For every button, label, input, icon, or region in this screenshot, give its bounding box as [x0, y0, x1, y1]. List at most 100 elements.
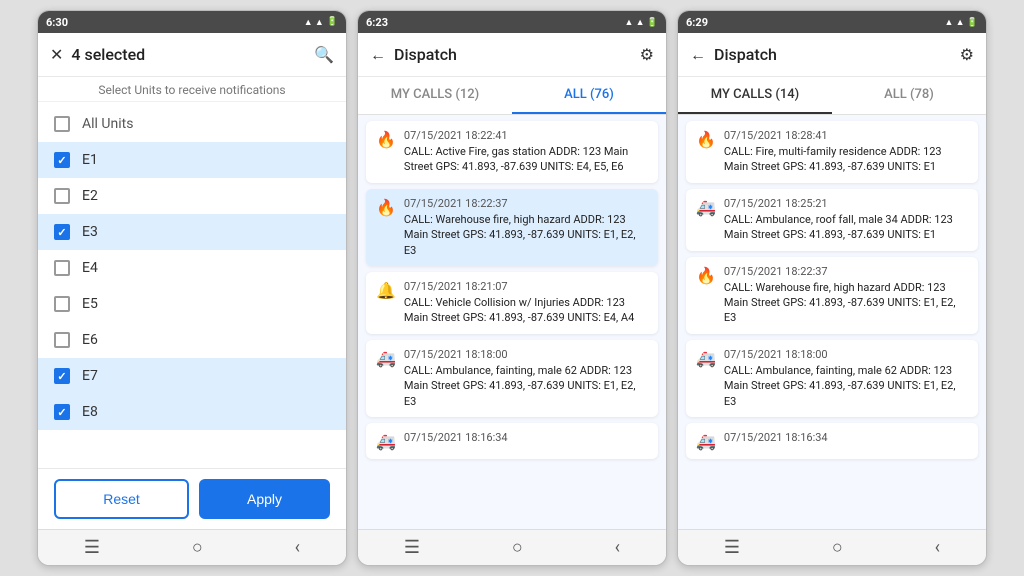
call-text-2-2: CALL: Warehouse fire, high hazard ADDR: …	[404, 212, 648, 258]
unit-label-e3: E3	[82, 224, 98, 240]
call-card-2-3[interactable]: 🔔 07/15/2021 18:21:07 CALL: Vehicle Coll…	[366, 272, 658, 334]
panel1-frame: 6:30 ▲ ▲ 🔋 ✕ 4 selected 🔍 Select Units t…	[37, 10, 347, 566]
call-card-3-2[interactable]: 🚑 07/15/2021 18:25:21 CALL: Ambulance, r…	[686, 189, 978, 251]
fire-icon-3-1: 🔥	[696, 130, 716, 149]
tab-bar-3: MY CALLS (14) ALL (78)	[678, 77, 986, 115]
checkbox-e2[interactable]	[54, 188, 70, 204]
back-icon-2[interactable]: ←	[370, 45, 386, 65]
bell-icon-2-3: 🔔	[376, 281, 396, 300]
unit-item-e2[interactable]: E2	[38, 178, 346, 214]
call-card-2-5[interactable]: 🚑 07/15/2021 18:16:34	[366, 423, 658, 459]
nav-back-icon-3[interactable]: ‹	[935, 537, 940, 558]
call-time-3-2: 07/15/2021 18:25:21	[724, 197, 968, 210]
call-card-2-1[interactable]: 🔥 07/15/2021 18:22:41 CALL: Active Fire,…	[366, 121, 658, 183]
call-time-2-4: 07/15/2021 18:18:00	[404, 348, 648, 361]
checkbox-e6[interactable]	[54, 332, 70, 348]
call-time-3-4: 07/15/2021 18:18:00	[724, 348, 968, 361]
checkbox-e8[interactable]	[54, 404, 70, 420]
tab-all-2[interactable]: ALL (76)	[512, 77, 666, 114]
panel1-title: 4 selected	[71, 45, 314, 64]
panel3-frame: 6:29 ▲ ▲ 🔋 ← Dispatch ⚙ MY CALLS (14) AL…	[677, 10, 987, 566]
unit-label-e1: E1	[82, 152, 98, 168]
call-card-3-1[interactable]: 🔥 07/15/2021 18:28:41 CALL: Fire, multi-…	[686, 121, 978, 183]
checkbox-e3[interactable]	[54, 224, 70, 240]
status-icons-1: ▲ ▲ 🔋	[304, 17, 338, 28]
unit-select-subtitle: Select Units to receive notifications	[38, 77, 346, 102]
search-icon[interactable]: 🔍	[314, 45, 334, 64]
nav-bar-1: ✕ 4 selected 🔍	[38, 33, 346, 77]
nav-bar-3: ← Dispatch ⚙	[678, 33, 986, 77]
call-time-3-3: 07/15/2021 18:22:37	[724, 265, 968, 278]
call-time-2-3: 07/15/2021 18:21:07	[404, 280, 648, 293]
unit-item-e4[interactable]: E4	[38, 250, 346, 286]
call-card-3-3[interactable]: 🔥 07/15/2021 18:22:37 CALL: Warehouse fi…	[686, 257, 978, 334]
call-card-2-2[interactable]: 🔥 07/15/2021 18:22:37 CALL: Warehouse fi…	[366, 189, 658, 266]
ambulance-icon-2-5: 🚑	[376, 432, 396, 451]
filter-icon-2[interactable]: ⚙	[640, 45, 654, 64]
unit-item-e7[interactable]: E7	[38, 358, 346, 394]
checkbox-all[interactable]	[54, 116, 70, 132]
ambulance-icon-3-2: 🚑	[696, 198, 716, 217]
tab-all-3[interactable]: ALL (78)	[832, 77, 986, 114]
nav-menu-icon-2[interactable]: ☰	[404, 537, 420, 558]
call-text-3-2: CALL: Ambulance, roof fall, male 34 ADDR…	[724, 212, 968, 243]
call-time-3-1: 07/15/2021 18:28:41	[724, 129, 968, 142]
call-card-3-5[interactable]: 🚑 07/15/2021 18:16:34	[686, 423, 978, 459]
unit-item-e6[interactable]: E6	[38, 322, 346, 358]
status-time-3: 6:29	[686, 16, 708, 29]
checkbox-e1[interactable]	[54, 152, 70, 168]
fire-icon-2-1: 🔥	[376, 130, 396, 149]
call-text-2-4: CALL: Ambulance, fainting, male 62 ADDR:…	[404, 363, 648, 409]
checkbox-e7[interactable]	[54, 368, 70, 384]
back-icon-3[interactable]: ←	[690, 45, 706, 65]
nav-home-icon-2[interactable]: ○	[512, 537, 523, 558]
nav-back-icon[interactable]: ‹	[295, 537, 300, 558]
unit-item-e5[interactable]: E5	[38, 286, 346, 322]
unit-item-e1[interactable]: E1	[38, 142, 346, 178]
unit-label-e4: E4	[82, 260, 98, 276]
close-icon[interactable]: ✕	[50, 45, 63, 64]
unit-label-e5: E5	[82, 296, 98, 312]
bottom-nav-3: ☰ ○ ‹	[678, 529, 986, 565]
bottom-nav-1: ☰ ○ ‹	[38, 529, 346, 565]
call-text-3-3: CALL: Warehouse fire, high hazard ADDR: …	[724, 280, 968, 326]
unit-list: All Units E1 E2 E3 E4 E5 E6	[38, 102, 346, 468]
tab-my-calls-2[interactable]: MY CALLS (12)	[358, 77, 512, 114]
unit-label-e2: E2	[82, 188, 98, 204]
fire-icon-3-3: 🔥	[696, 266, 716, 285]
status-time-2: 6:23	[366, 16, 388, 29]
panel2-title: Dispatch	[394, 45, 640, 64]
unit-label-all: All Units	[82, 116, 133, 132]
unit-item-e3[interactable]: E3	[38, 214, 346, 250]
ambulance-icon-2-4: 🚑	[376, 349, 396, 368]
filter-icon-3[interactable]: ⚙	[960, 45, 974, 64]
nav-menu-icon[interactable]: ☰	[84, 537, 100, 558]
call-card-2-4[interactable]: 🚑 07/15/2021 18:18:00 CALL: Ambulance, f…	[366, 340, 658, 417]
checkbox-e4[interactable]	[54, 260, 70, 276]
ambulance-icon-3-4: 🚑	[696, 349, 716, 368]
reset-button[interactable]: Reset	[54, 479, 189, 519]
call-list-2: 🔥 07/15/2021 18:22:41 CALL: Active Fire,…	[358, 115, 666, 529]
call-time-3-5: 07/15/2021 18:16:34	[724, 431, 828, 444]
status-time-1: 6:30	[46, 16, 68, 29]
apply-button[interactable]: Apply	[199, 479, 330, 519]
ambulance-icon-3-5: 🚑	[696, 432, 716, 451]
unit-label-e8: E8	[82, 404, 98, 420]
call-text-2-3: CALL: Vehicle Collision w/ Injuries ADDR…	[404, 295, 648, 326]
unit-item-all[interactable]: All Units	[38, 106, 346, 142]
call-text-3-1: CALL: Fire, multi-family residence ADDR:…	[724, 144, 968, 175]
call-text-2-1: CALL: Active Fire, gas station ADDR: 123…	[404, 144, 648, 175]
nav-back-icon-2[interactable]: ‹	[615, 537, 620, 558]
nav-home-icon-3[interactable]: ○	[832, 537, 843, 558]
tab-my-calls-3[interactable]: MY CALLS (14)	[678, 77, 832, 114]
nav-menu-icon-3[interactable]: ☰	[724, 537, 740, 558]
checkbox-e5[interactable]	[54, 296, 70, 312]
bottom-nav-2: ☰ ○ ‹	[358, 529, 666, 565]
unit-label-e6: E6	[82, 332, 98, 348]
call-card-3-4[interactable]: 🚑 07/15/2021 18:18:00 CALL: Ambulance, f…	[686, 340, 978, 417]
status-icons-2: ▲ ▲ 🔋	[625, 17, 659, 28]
nav-home-icon[interactable]: ○	[192, 537, 203, 558]
unit-item-e8[interactable]: E8	[38, 394, 346, 430]
status-bar-1: 6:30 ▲ ▲ 🔋	[38, 11, 346, 33]
fire-icon-2-2: 🔥	[376, 198, 396, 217]
